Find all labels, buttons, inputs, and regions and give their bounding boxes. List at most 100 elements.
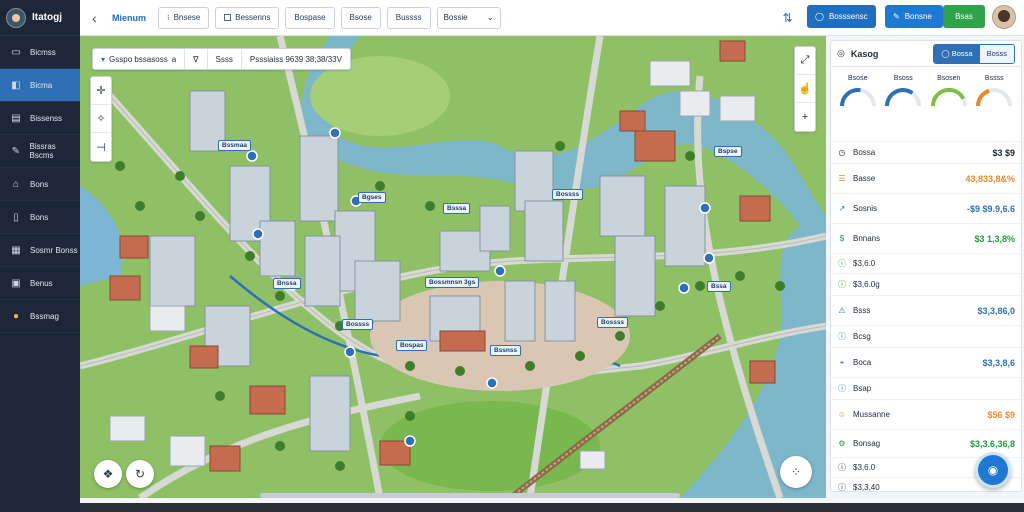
toolbar-button-label: Bospase bbox=[294, 13, 326, 22]
kpi-row-2[interactable]: ↗ Sosnis -$9 $9.9,6.6 bbox=[831, 193, 1021, 223]
measure-icon[interactable]: ⊣ bbox=[91, 133, 111, 161]
kpi-row-10[interactable]: ☺ Mussanne $56 $9 bbox=[831, 399, 1021, 429]
map-label[interactable]: Bnssa bbox=[273, 278, 301, 289]
toolbar-button-3[interactable]: Bsose bbox=[340, 6, 381, 29]
gauge-fill bbox=[839, 88, 861, 107]
map-search-bar[interactable]: ▾ Gsspo bssasoss a ∇ Ssss Psssiaiss 9639… bbox=[92, 48, 351, 70]
range-field[interactable]: Psssiaiss 9639 38;38/33V bbox=[242, 49, 350, 69]
kpi-label: Sosnis bbox=[853, 204, 878, 213]
secondary-button-label: Bonsne bbox=[904, 12, 932, 21]
pan-icon[interactable]: ✛ bbox=[91, 77, 111, 105]
expand-icon[interactable]: ⤢ bbox=[795, 47, 815, 75]
toolbar-button-0[interactable]: ⁝ Bnsese bbox=[158, 6, 210, 29]
gauge-row: Bsose Bsoss Bsosen Bssss bbox=[831, 67, 1021, 141]
info-icon: ⓘ bbox=[838, 280, 846, 289]
refresh-button[interactable]: ↻ bbox=[126, 460, 154, 488]
folder-icon: ▭ bbox=[11, 46, 21, 58]
type-field[interactable]: Ssss bbox=[208, 49, 242, 69]
kpi-row-0[interactable]: ◷ Bossa $3 $9 bbox=[831, 141, 1021, 163]
sidebar-item-4[interactable]: ⌂ Bons bbox=[0, 168, 80, 201]
zoom-in-icon[interactable]: + bbox=[795, 103, 815, 131]
sidebar-item-2[interactable]: ▤ Bissenss bbox=[0, 102, 80, 135]
location-field[interactable]: ▾ Gsspo bssasoss a bbox=[93, 49, 186, 69]
toolbar-button-1[interactable]: Bessenns bbox=[215, 6, 280, 29]
kpi-row-5[interactable]: ⓘ $3,6.0g bbox=[831, 273, 1021, 295]
avatar[interactable] bbox=[6, 7, 26, 28]
kpi-row-1[interactable]: ☰ Basse 43,833,8&% bbox=[831, 163, 1021, 193]
sidebar-item-7[interactable]: ▣ Benus bbox=[0, 267, 80, 300]
sidebar-item-label: Bissras Bscms bbox=[29, 142, 56, 160]
filter-icon: ∇ bbox=[193, 54, 199, 64]
pointer-icon[interactable]: ☝ bbox=[795, 75, 815, 103]
kpi-label: Boca bbox=[853, 358, 872, 367]
map-label[interactable]: Bssnss bbox=[490, 345, 522, 356]
sidebar-item-6[interactable]: ▦ Sosmr Bonss bbox=[0, 234, 80, 267]
map-label[interactable]: Bssa bbox=[707, 281, 731, 292]
share-icon[interactable]: ⇅ bbox=[783, 11, 793, 25]
range-field-value: Psssiaiss 9639 38;38/33V bbox=[249, 54, 342, 64]
sidebar: Itatogj ▭ Bicmss ◧ Bicma ▤ Bissenss ✎ Bi… bbox=[0, 0, 80, 512]
kpi-row-8[interactable]: ⌖ Boca $3,3,8,6 bbox=[831, 347, 1021, 377]
tab-1[interactable]: Bosss bbox=[979, 44, 1014, 63]
map-view[interactable]: ▾ Gsspo bssasoss a ∇ Ssss Psssiaiss 9639… bbox=[80, 36, 826, 498]
sidebar-item-label: Bissenss bbox=[30, 113, 63, 123]
map-label[interactable]: Bossss bbox=[342, 319, 374, 330]
info-icon: ⓘ bbox=[838, 384, 846, 393]
gauge-label: Bssss bbox=[984, 75, 1004, 82]
sidebar-item-3[interactable]: ✎ Bissras Bscms bbox=[0, 135, 80, 168]
secondary-button[interactable]: ✎ Bonsne bbox=[885, 5, 943, 28]
city-map bbox=[80, 36, 826, 498]
map-label[interactable]: Bossss bbox=[597, 317, 629, 328]
tertiary-button[interactable]: Bsas bbox=[943, 5, 985, 28]
kpi-label: Bossa bbox=[853, 148, 876, 157]
kpi-row-4[interactable]: ⓘ $3,6.0 bbox=[831, 253, 1021, 273]
horizontal-scrollbar[interactable] bbox=[260, 493, 680, 498]
view-select[interactable]: Bossie ⌄ bbox=[436, 6, 501, 29]
location-fab[interactable]: ◉ bbox=[975, 452, 1011, 488]
kpi-row-6[interactable]: ⚠ Bsss $3,3,86,0 bbox=[831, 295, 1021, 325]
toolbar-button-2[interactable]: Bospase bbox=[285, 6, 335, 29]
map-label[interactable]: Bospas bbox=[396, 340, 428, 351]
draw-icon[interactable]: ✧ bbox=[91, 105, 111, 133]
sidebar-item-5[interactable]: ▯ Bons bbox=[0, 201, 80, 234]
car-icon: ⌂ bbox=[12, 178, 20, 190]
breadcrumb[interactable]: Mienum bbox=[112, 13, 146, 23]
layers-button[interactable]: ❖ bbox=[94, 460, 122, 488]
footer-strip bbox=[80, 503, 1024, 512]
toolbar-button-label: Bussss bbox=[395, 13, 422, 22]
map-label[interactable]: Bspse bbox=[714, 146, 742, 157]
trend-icon: ↗ bbox=[838, 204, 846, 213]
info-icon: ⓘ bbox=[838, 483, 846, 492]
kpi-label: $3,6.0 bbox=[853, 259, 876, 268]
sidebar-item-8[interactable]: ● Bssmag bbox=[0, 300, 80, 333]
kpi-value: $56 $9 bbox=[987, 409, 1015, 420]
tab-0[interactable]: ◯ Bossa bbox=[934, 44, 980, 63]
gauge-label: Bsose bbox=[848, 75, 868, 82]
map-label[interactable]: Bssmaa bbox=[218, 140, 251, 151]
map-label[interactable]: Bossmnsn 3gs bbox=[425, 277, 480, 288]
kpi-row-7[interactable]: ⓘ Bcsg bbox=[831, 325, 1021, 347]
filter-field[interactable]: ∇ bbox=[185, 49, 208, 69]
compass-icon: ◉ bbox=[987, 463, 999, 477]
map-label[interactable]: Bgses bbox=[358, 192, 386, 203]
primary-button[interactable]: ◯ Bosssensc bbox=[807, 5, 876, 28]
back-arrow-icon[interactable]: ‹ bbox=[92, 10, 112, 26]
kpi-label: Mussanne bbox=[853, 410, 890, 419]
kpi-row-3[interactable]: $ Bnnans $3 1,3,8% bbox=[831, 223, 1021, 253]
toolbar-button-4[interactable]: Bussss bbox=[386, 6, 431, 29]
tab-label: Bossa bbox=[951, 49, 973, 58]
sidebar-item-1[interactable]: ◧ Bicma bbox=[0, 69, 80, 102]
map-label[interactable]: Bossss bbox=[552, 189, 584, 200]
kpi-value: $3 $9 bbox=[992, 147, 1015, 158]
map-label[interactable]: Bsssa bbox=[443, 203, 471, 214]
more-button[interactable]: ⁘ bbox=[780, 456, 812, 488]
chart-icon: ▦ bbox=[11, 244, 21, 256]
user-avatar[interactable] bbox=[992, 5, 1016, 29]
sidebar-item-0[interactable]: ▭ Bicmss bbox=[0, 36, 80, 69]
top-bar: ‹ Mienum ⁝ Bnsese Bessenns Bospase Bsose … bbox=[80, 0, 1024, 36]
circle-icon: ◯ bbox=[941, 49, 950, 58]
sidebar-item-label: Benus bbox=[30, 278, 53, 288]
kpi-row-9[interactable]: ⓘ Bsap bbox=[831, 377, 1021, 399]
brand: Itatogj bbox=[0, 0, 80, 36]
gauge-fill bbox=[930, 87, 965, 107]
